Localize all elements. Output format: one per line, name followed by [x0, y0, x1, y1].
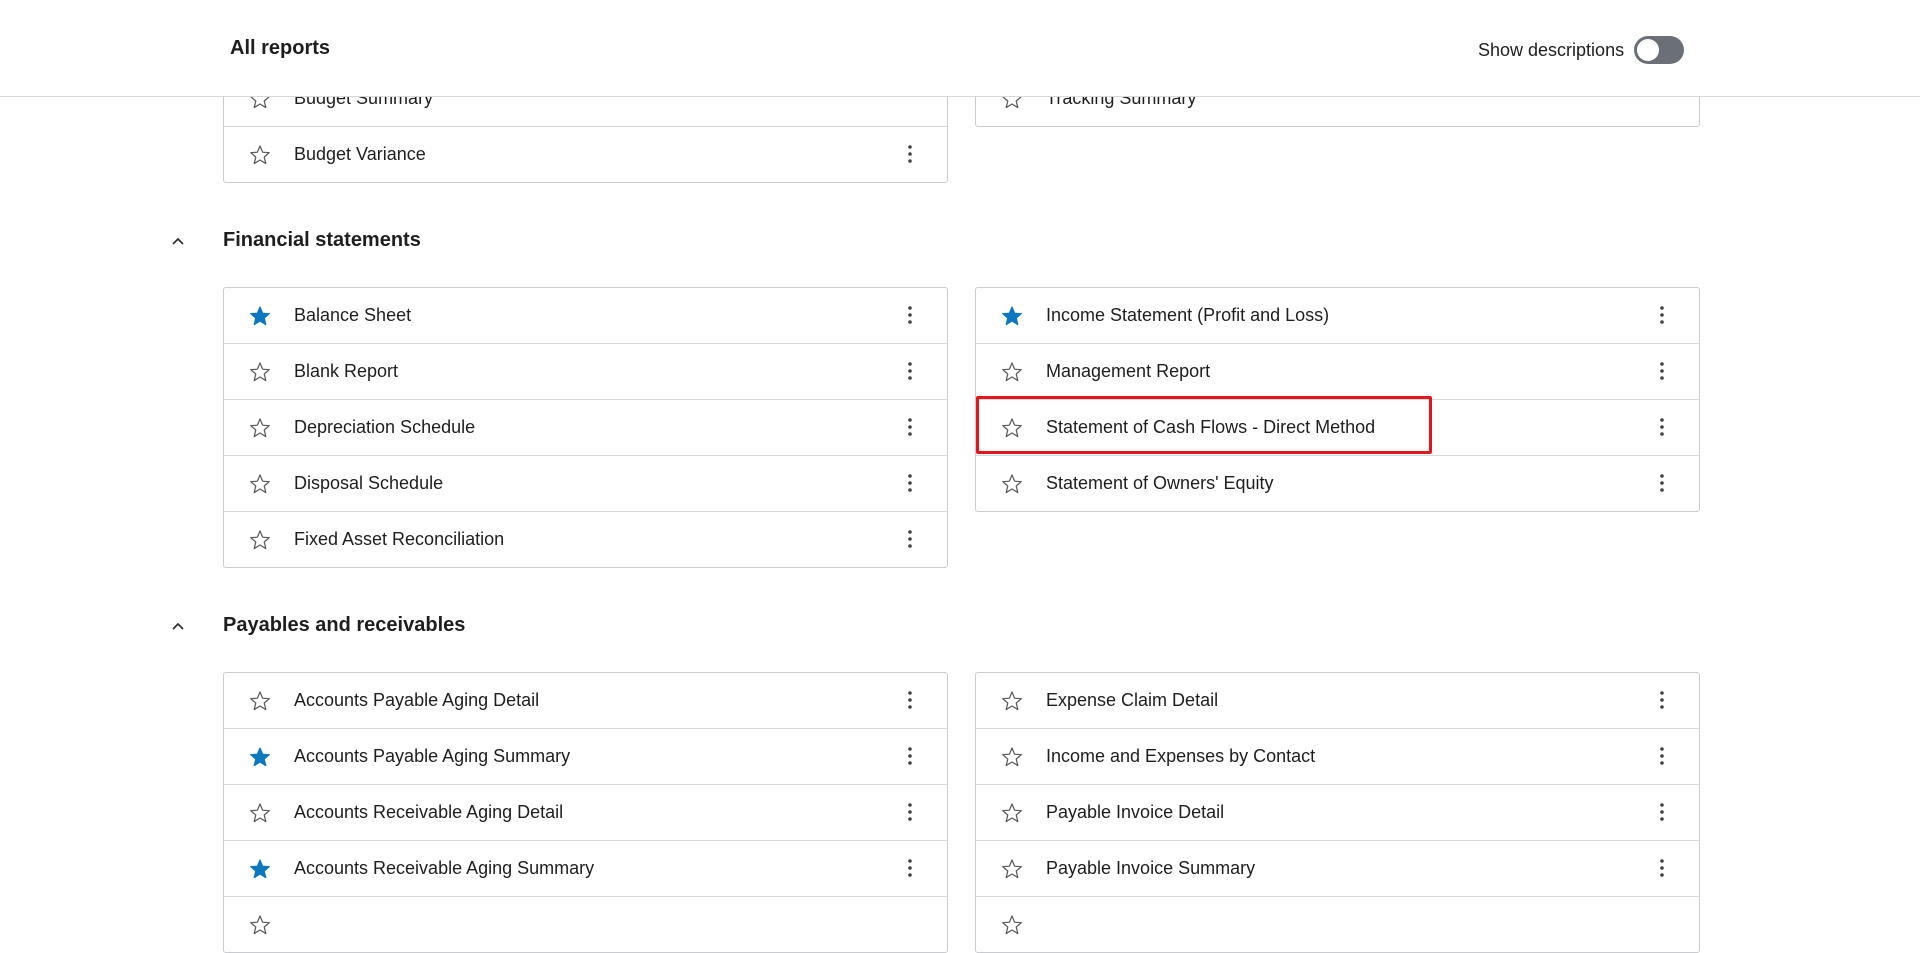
more-options-icon[interactable] [906, 744, 914, 768]
page-title: All reports [230, 37, 331, 59]
toggle-knob [1637, 39, 1660, 61]
report-card: Balance Sheet Blank Report Depreciation Sc… [223, 287, 948, 568]
more-options-icon[interactable] [906, 800, 914, 824]
star-outline-icon[interactable] [249, 914, 271, 936]
report-row[interactable]: Management Report [976, 343, 1699, 399]
report-row[interactable]: Accounts Receivable Aging Summary [224, 840, 947, 896]
more-options-icon[interactable] [906, 471, 914, 495]
more-options-icon[interactable] [1658, 856, 1666, 880]
more-options-icon[interactable] [906, 415, 914, 439]
report-row[interactable]: Statement of Cash Flows - Direct Method [976, 399, 1699, 455]
report-row[interactable]: Payable Invoice Detail [976, 784, 1699, 840]
report-name[interactable]: Accounts Receivable Aging Summary [294, 858, 594, 879]
more-options-icon[interactable] [1658, 359, 1666, 383]
report-row[interactable] [224, 896, 947, 952]
report-name[interactable]: Accounts Payable Aging Detail [294, 690, 539, 711]
report-row[interactable]: Income and Expenses by Contact [976, 728, 1699, 784]
report-name[interactable]: Depreciation Schedule [294, 417, 475, 438]
more-options-icon[interactable] [1658, 471, 1666, 495]
report-name[interactable]: Payable Invoice Summary [1046, 858, 1255, 879]
report-row[interactable]: Depreciation Schedule [224, 399, 947, 455]
more-options-icon[interactable] [1658, 303, 1666, 327]
report-row[interactable]: Accounts Payable Aging Detail [224, 673, 947, 728]
report-name[interactable]: Accounts Payable Aging Summary [294, 746, 570, 767]
star-filled-icon[interactable] [1001, 305, 1023, 327]
report-row[interactable]: Balance Sheet [224, 288, 947, 343]
report-card: Accounts Payable Aging Detail Accounts Pa… [223, 672, 948, 953]
star-outline-icon[interactable] [1001, 361, 1023, 383]
report-name[interactable]: Disposal Schedule [294, 473, 443, 494]
report-row[interactable]: Budget Variance [224, 126, 947, 182]
report-name[interactable]: Budget Variance [294, 144, 426, 165]
section-title: Payables and receivables [223, 614, 466, 636]
star-outline-icon[interactable] [1001, 746, 1023, 768]
star-outline-icon[interactable] [249, 473, 271, 495]
report-row[interactable]: Blank Report [224, 343, 947, 399]
report-row[interactable]: Accounts Receivable Aging Detail [224, 784, 947, 840]
show-descriptions-label: Show descriptions [1478, 39, 1625, 60]
star-outline-icon[interactable] [249, 417, 271, 439]
report-name[interactable]: Income and Expenses by Contact [1046, 746, 1315, 767]
chevron-up-icon[interactable] [170, 618, 186, 634]
show-descriptions-control: Show descriptions [1478, 36, 1685, 64]
chevron-up-icon[interactable] [170, 233, 186, 249]
report-name[interactable]: Statement of Cash Flows - Direct Method [1046, 417, 1375, 438]
report-card: Income Statement (Profit and Loss) Manage… [975, 287, 1700, 512]
report-name[interactable]: Fixed Asset Reconciliation [294, 529, 504, 550]
star-filled-icon[interactable] [249, 746, 271, 768]
star-filled-icon[interactable] [249, 305, 271, 327]
star-filled-icon[interactable] [249, 858, 271, 880]
star-outline-icon[interactable] [249, 361, 271, 383]
more-options-icon[interactable] [906, 142, 914, 166]
report-row[interactable]: Accounts Payable Aging Summary [224, 728, 947, 784]
report-name[interactable]: Statement of Owners' Equity [1046, 473, 1274, 494]
star-outline-icon[interactable] [1001, 858, 1023, 880]
report-name[interactable]: Accounts Receivable Aging Detail [294, 802, 563, 823]
star-outline-icon[interactable] [249, 690, 271, 712]
report-row[interactable]: Statement of Owners' Equity [976, 455, 1699, 511]
section-title: Financial statements [223, 229, 421, 251]
report-name[interactable]: Balance Sheet [294, 305, 411, 326]
more-options-icon[interactable] [906, 303, 914, 327]
more-options-icon[interactable] [1658, 744, 1666, 768]
report-row[interactable]: Fixed Asset Reconciliation [224, 511, 947, 567]
star-outline-icon[interactable] [1001, 914, 1023, 936]
report-row[interactable]: Income Statement (Profit and Loss) [976, 288, 1699, 343]
report-name[interactable]: Income Statement (Profit and Loss) [1046, 305, 1329, 326]
report-row[interactable] [976, 896, 1699, 952]
report-name[interactable]: Management Report [1046, 361, 1210, 382]
report-row[interactable]: Payable Invoice Summary [976, 840, 1699, 896]
page-header: All reports Show descriptions [0, 0, 1920, 97]
star-outline-icon[interactable] [1001, 802, 1023, 824]
more-options-icon[interactable] [1658, 800, 1666, 824]
report-name[interactable]: Payable Invoice Detail [1046, 802, 1224, 823]
more-options-icon[interactable] [1658, 688, 1666, 712]
more-options-icon[interactable] [906, 359, 914, 383]
more-options-icon[interactable] [1658, 415, 1666, 439]
more-options-icon[interactable] [906, 688, 914, 712]
star-outline-icon[interactable] [1001, 690, 1023, 712]
report-row[interactable]: Expense Claim Detail [976, 673, 1699, 728]
report-card: Expense Claim Detail Income and Expenses … [975, 672, 1700, 953]
more-options-icon[interactable] [906, 856, 914, 880]
star-outline-icon[interactable] [1001, 473, 1023, 495]
star-outline-icon[interactable] [249, 144, 271, 166]
star-outline-icon[interactable] [249, 529, 271, 551]
star-outline-icon[interactable] [249, 802, 271, 824]
report-row[interactable]: Disposal Schedule [224, 455, 947, 511]
star-outline-icon[interactable] [1001, 417, 1023, 439]
report-name[interactable]: Blank Report [294, 361, 398, 382]
more-options-icon[interactable] [906, 527, 914, 551]
show-descriptions-toggle[interactable] [1634, 36, 1685, 64]
report-name[interactable]: Expense Claim Detail [1046, 690, 1218, 711]
